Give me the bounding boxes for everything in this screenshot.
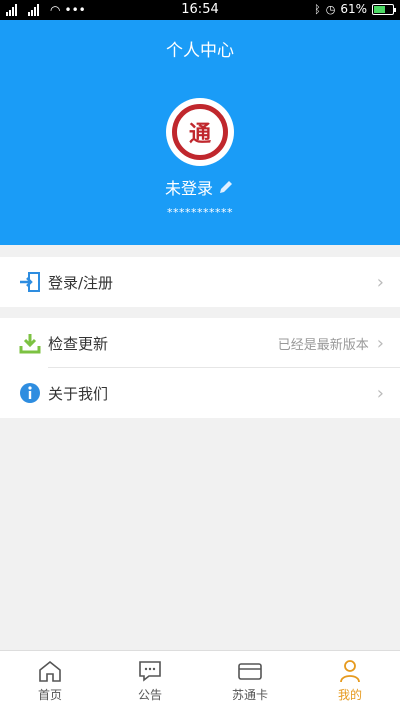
bluetooth-icon: ᛒ — [314, 2, 321, 16]
alarm-icon: ◷ — [325, 2, 336, 16]
tab-label: 我的 — [337, 688, 362, 702]
tab-sutong-card[interactable]: 苏通卡 — [200, 651, 300, 710]
status-bar: ◠ ••• 16:54 ᛒ ◷ 61% — [0, 0, 400, 20]
about-us-label: 关于我们 — [48, 384, 109, 403]
info-icon — [18, 381, 42, 405]
user-icon — [340, 660, 360, 683]
settings-group: 检查更新 已经是最新版本 › 关于我们 › — [0, 318, 400, 418]
battery-icon — [372, 3, 396, 15]
about-us-row[interactable]: 关于我们 › — [0, 368, 400, 418]
tab-notice[interactable]: 公告 — [100, 651, 200, 710]
check-update-label: 检查更新 — [48, 334, 109, 353]
chevron-right-icon: › — [376, 382, 384, 404]
bottom-tab-bar: 首页 公告 苏通卡 我的 — [0, 650, 400, 710]
tab-home[interactable]: 首页 — [0, 651, 100, 710]
login-register-row[interactable]: 登录/注册 › — [0, 257, 400, 307]
tab-label: 首页 — [37, 688, 62, 702]
username: 未登录 — [164, 179, 213, 198]
tab-label: 公告 — [137, 688, 162, 702]
login-group: 登录/注册 › — [0, 257, 400, 307]
username-row[interactable]: 未登录 — [0, 175, 400, 199]
edit-icon[interactable] — [217, 178, 235, 196]
login-register-label: 登录/注册 — [48, 273, 114, 292]
avatar-logo: 通 — [172, 104, 228, 160]
tab-label: 苏通卡 — [231, 688, 268, 702]
page-title: 个人中心 — [166, 41, 234, 61]
tab-mine[interactable]: 我的 — [300, 651, 400, 710]
home-icon — [39, 660, 61, 682]
card-icon — [238, 663, 262, 680]
check-update-row[interactable]: 检查更新 已经是最新版本 › — [0, 318, 400, 368]
update-status: 已经是最新版本 — [277, 337, 369, 353]
chevron-right-icon: › — [376, 271, 384, 293]
profile-header: 个人中心 通 未登录 *********** — [0, 20, 400, 245]
message-icon — [139, 661, 161, 682]
download-icon — [18, 331, 42, 355]
login-icon — [18, 270, 42, 294]
battery-percent: 61% — [340, 2, 367, 16]
masked-account: *********** — [167, 206, 233, 219]
chevron-right-icon: › — [376, 332, 384, 354]
avatar[interactable]: 通 — [166, 98, 234, 166]
